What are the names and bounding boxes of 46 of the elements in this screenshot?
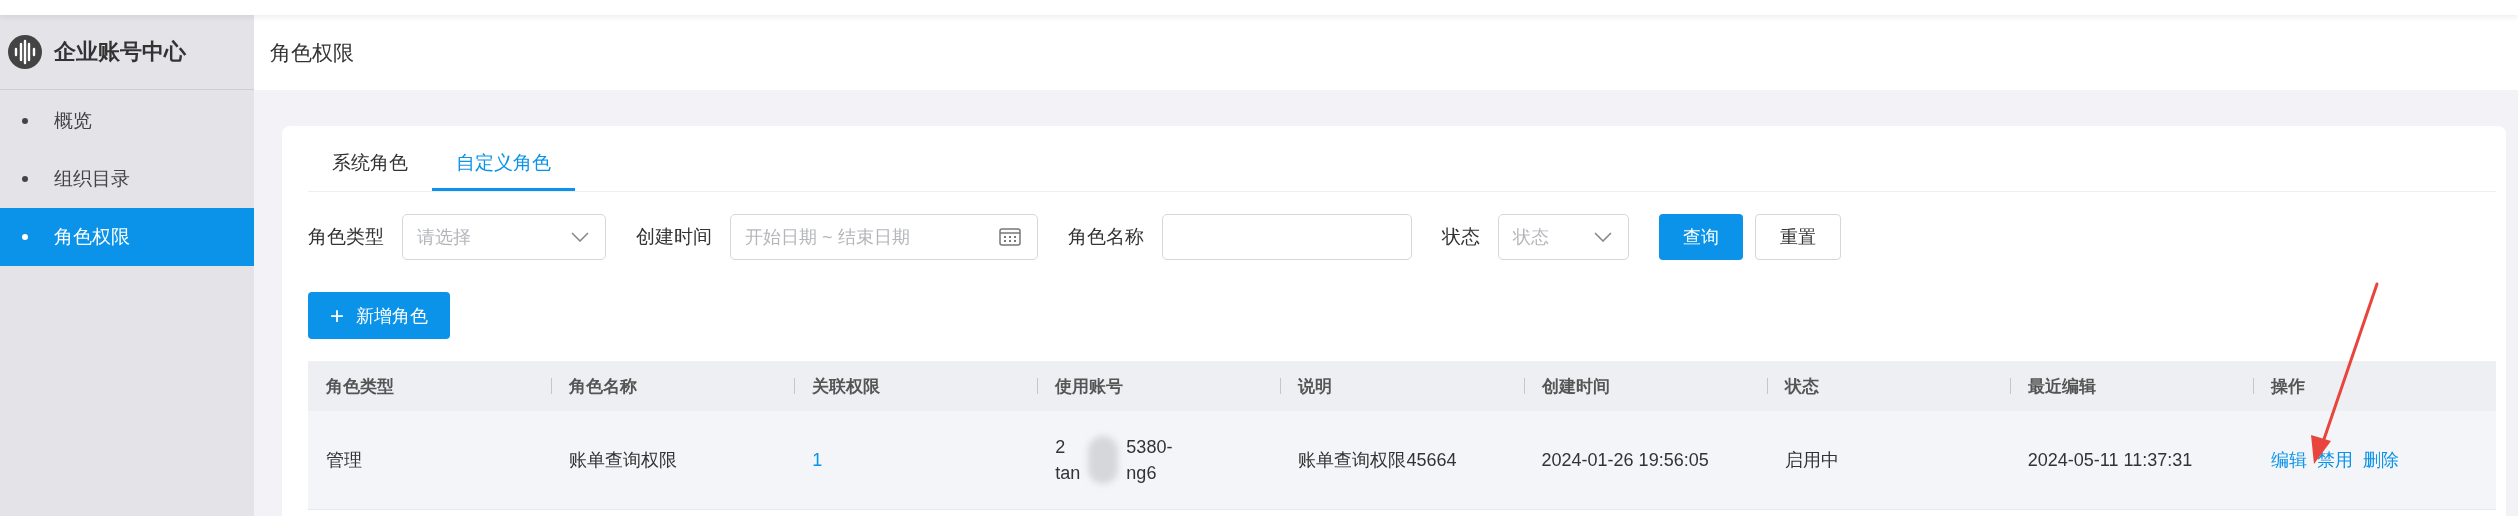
- table-cell: 账单查询权限45664: [1298, 450, 1457, 470]
- column-header: 说明: [1298, 376, 1333, 396]
- date-range-field[interactable]: 开始日期 ~ 结束日期: [730, 214, 1038, 260]
- chevron-down-icon: [1594, 232, 1612, 242]
- column-header: 操作: [2270, 376, 2305, 396]
- sidebar-item[interactable]: 组织目录: [0, 150, 254, 208]
- sidebar-title: 企业账号中心: [54, 38, 186, 66]
- filter-label: 角色名称: [1068, 225, 1144, 249]
- table-cell: 启用中: [1784, 450, 1839, 470]
- filter-label: 状态: [1442, 225, 1480, 249]
- column-header: 创建时间: [1541, 376, 1610, 396]
- action-link[interactable]: 删除: [2362, 448, 2399, 472]
- column-header: 状态: [1784, 376, 1819, 396]
- tab[interactable]: 系统角色: [308, 142, 432, 191]
- column-header: 最近编辑: [2027, 376, 2096, 396]
- filter-label: 创建时间: [636, 225, 712, 249]
- permission-link[interactable]: 1: [812, 449, 823, 470]
- table-cell: 账单查询权限: [569, 450, 678, 470]
- select-field[interactable]: 请选择: [402, 214, 606, 260]
- add-role-button[interactable]: + 新增角色: [308, 292, 450, 339]
- table-cell-text: ng6: [1126, 462, 1158, 485]
- column-header: 角色类型: [326, 376, 394, 396]
- action-link[interactable]: 禁用: [2316, 448, 2353, 472]
- column-header: 使用账号: [1055, 376, 1124, 396]
- table-cell-text: 2: [1055, 436, 1067, 459]
- action-link[interactable]: 编辑: [2270, 448, 2307, 472]
- page-title: 角色权限: [254, 15, 2518, 90]
- query-button[interactable]: 查询: [1659, 214, 1743, 260]
- redaction-blur: [1088, 436, 1119, 484]
- column-header: 关联权限: [812, 376, 881, 396]
- reset-button[interactable]: 重置: [1755, 214, 1841, 260]
- tab[interactable]: 自定义角色: [432, 142, 575, 191]
- table-cell: 管理: [326, 450, 362, 470]
- logo-icon: [8, 35, 42, 69]
- chevron-down-icon: [571, 232, 589, 242]
- table-cell: 2024-05-11 11:37:31: [2027, 449, 2193, 470]
- table-cell-text: 5380-: [1126, 436, 1173, 459]
- input-field[interactable]: [1162, 214, 1412, 260]
- column-header: 角色名称: [569, 376, 638, 396]
- select-field[interactable]: 状态: [1498, 214, 1629, 260]
- calendar-icon: [999, 228, 1021, 246]
- table-cell: 2024-01-26 19:56:05: [1541, 449, 1709, 470]
- table-cell-text: tan: [1055, 462, 1081, 485]
- filter-label: 角色类型: [308, 225, 384, 249]
- sidebar-item[interactable]: 角色权限: [0, 208, 254, 266]
- sidebar-item[interactable]: 概览: [0, 92, 254, 150]
